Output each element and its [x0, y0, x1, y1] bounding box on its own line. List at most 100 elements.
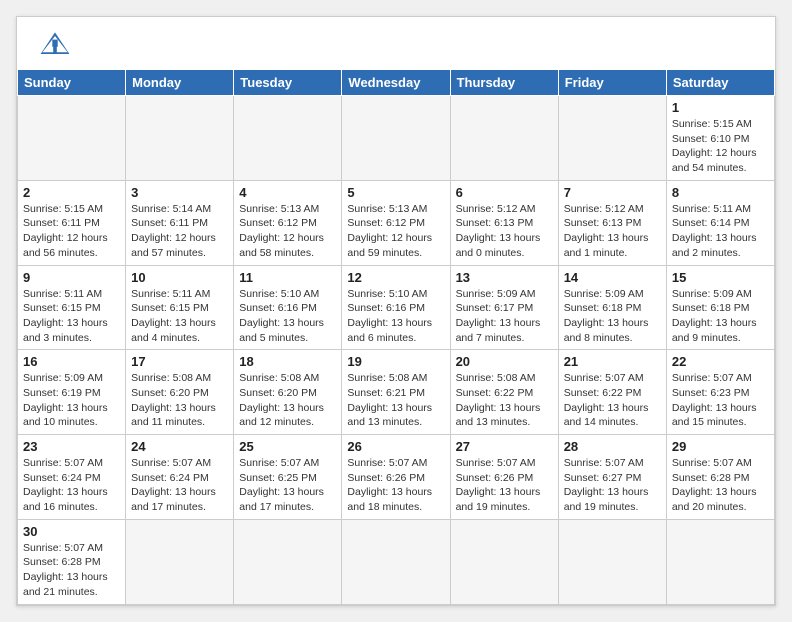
logo-icon	[37, 27, 73, 63]
day-info: Sunrise: 5:08 AM Sunset: 6:20 PM Dayligh…	[239, 371, 336, 430]
calendar-cell	[126, 519, 234, 604]
day-number: 20	[456, 354, 553, 369]
day-number: 9	[23, 270, 120, 285]
day-info: Sunrise: 5:09 AM Sunset: 6:18 PM Dayligh…	[672, 287, 769, 346]
calendar-cell: 17 Sunrise: 5:08 AM Sunset: 6:20 PM Dayli…	[126, 350, 234, 435]
day-number: 17	[131, 354, 228, 369]
day-number: 8	[672, 185, 769, 200]
day-number: 30	[23, 524, 120, 539]
day-info: Sunrise: 5:07 AM Sunset: 6:28 PM Dayligh…	[23, 541, 120, 600]
calendar-cell: 14 Sunrise: 5:09 AM Sunset: 6:18 PM Dayli…	[558, 265, 666, 350]
day-info: Sunrise: 5:08 AM Sunset: 6:20 PM Dayligh…	[131, 371, 228, 430]
col-header-saturday: Saturday	[666, 70, 774, 96]
calendar-cell: 24Sunrise: 5:07 AM Sunset: 6:24 PM Dayli…	[126, 435, 234, 520]
day-info: Sunrise: 5:09 AM Sunset: 6:17 PM Dayligh…	[456, 287, 553, 346]
day-number: 18	[239, 354, 336, 369]
calendar-week-5: 23 Sunrise: 5:07 AM Sunset: 6:24 PM Dayli…	[18, 435, 775, 520]
day-info: Sunrise: 5:07 AM Sunset: 6:24 PM Dayligh…	[131, 456, 228, 515]
day-number: 29	[672, 439, 769, 454]
calendar-cell: 15Sunrise: 5:09 AM Sunset: 6:18 PM Dayli…	[666, 265, 774, 350]
day-number: 28	[564, 439, 661, 454]
day-info: Sunrise: 5:07 AM Sunset: 6:24 PM Dayligh…	[23, 456, 120, 515]
calendar-cell	[558, 519, 666, 604]
calendar-week-2: 2 Sunrise: 5:15 AM Sunset: 6:11 PM Daylig…	[18, 180, 775, 265]
calendar-cell: 8 Sunrise: 5:11 AM Sunset: 6:14 PM Daylig…	[666, 180, 774, 265]
day-info: Sunrise: 5:10 AM Sunset: 6:16 PM Dayligh…	[347, 287, 444, 346]
day-info: Sunrise: 5:15 AM Sunset: 6:10 PM Dayligh…	[672, 117, 769, 176]
day-number: 4	[239, 185, 336, 200]
day-info: Sunrise: 5:07 AM Sunset: 6:25 PM Dayligh…	[239, 456, 336, 515]
calendar-cell: 30 Sunrise: 5:07 AM Sunset: 6:28 PM Dayli…	[18, 519, 126, 604]
calendar-cell: 11 Sunrise: 5:10 AM Sunset: 6:16 PM Dayli…	[234, 265, 342, 350]
day-info: Sunrise: 5:13 AM Sunset: 6:12 PM Dayligh…	[239, 202, 336, 261]
calendar-container: SundayMondayTuesdayWednesdayThursdayFrid…	[16, 16, 776, 606]
day-number: 6	[456, 185, 553, 200]
calendar-cell	[558, 96, 666, 181]
calendar-cell: 2 Sunrise: 5:15 AM Sunset: 6:11 PM Daylig…	[18, 180, 126, 265]
calendar-cell	[234, 519, 342, 604]
calendar-cell: 1 Sunrise: 5:15 AM Sunset: 6:10 PM Daylig…	[666, 96, 774, 181]
calendar-cell	[342, 519, 450, 604]
col-header-sunday: Sunday	[18, 70, 126, 96]
col-header-monday: Monday	[126, 70, 234, 96]
day-info: Sunrise: 5:12 AM Sunset: 6:13 PM Dayligh…	[564, 202, 661, 261]
day-number: 5	[347, 185, 444, 200]
calendar-cell: 5 Sunrise: 5:13 AM Sunset: 6:12 PM Daylig…	[342, 180, 450, 265]
calendar-cell	[450, 96, 558, 181]
calendar-week-3: 9Sunrise: 5:11 AM Sunset: 6:15 PM Daylig…	[18, 265, 775, 350]
day-info: Sunrise: 5:08 AM Sunset: 6:21 PM Dayligh…	[347, 371, 444, 430]
day-number: 7	[564, 185, 661, 200]
calendar-cell: 3Sunrise: 5:14 AM Sunset: 6:11 PM Daylig…	[126, 180, 234, 265]
day-number: 1	[672, 100, 769, 115]
calendar-cell: 6 Sunrise: 5:12 AM Sunset: 6:13 PM Daylig…	[450, 180, 558, 265]
day-info: Sunrise: 5:13 AM Sunset: 6:12 PM Dayligh…	[347, 202, 444, 261]
calendar-cell: 18 Sunrise: 5:08 AM Sunset: 6:20 PM Dayli…	[234, 350, 342, 435]
day-info: Sunrise: 5:07 AM Sunset: 6:28 PM Dayligh…	[672, 456, 769, 515]
day-number: 3	[131, 185, 228, 200]
day-number: 16	[23, 354, 120, 369]
day-info: Sunrise: 5:08 AM Sunset: 6:22 PM Dayligh…	[456, 371, 553, 430]
day-info: Sunrise: 5:07 AM Sunset: 6:26 PM Dayligh…	[456, 456, 553, 515]
day-info: Sunrise: 5:15 AM Sunset: 6:11 PM Dayligh…	[23, 202, 120, 261]
day-number: 23	[23, 439, 120, 454]
col-header-friday: Friday	[558, 70, 666, 96]
day-info: Sunrise: 5:07 AM Sunset: 6:22 PM Dayligh…	[564, 371, 661, 430]
day-number: 13	[456, 270, 553, 285]
calendar-header-row: SundayMondayTuesdayWednesdayThursdayFrid…	[18, 70, 775, 96]
calendar-cell: 26 Sunrise: 5:07 AM Sunset: 6:26 PM Dayli…	[342, 435, 450, 520]
col-header-wednesday: Wednesday	[342, 70, 450, 96]
day-info: Sunrise: 5:10 AM Sunset: 6:16 PM Dayligh…	[239, 287, 336, 346]
day-number: 21	[564, 354, 661, 369]
calendar-cell: 20 Sunrise: 5:08 AM Sunset: 6:22 PM Dayli…	[450, 350, 558, 435]
col-header-thursday: Thursday	[450, 70, 558, 96]
calendar-week-4: 16 Sunrise: 5:09 AM Sunset: 6:19 PM Dayli…	[18, 350, 775, 435]
logo	[37, 27, 77, 63]
calendar-cell: 21 Sunrise: 5:07 AM Sunset: 6:22 PM Dayli…	[558, 350, 666, 435]
calendar-cell: 9Sunrise: 5:11 AM Sunset: 6:15 PM Daylig…	[18, 265, 126, 350]
day-number: 11	[239, 270, 336, 285]
calendar-cell	[666, 519, 774, 604]
day-info: Sunrise: 5:11 AM Sunset: 6:14 PM Dayligh…	[672, 202, 769, 261]
calendar-cell	[234, 96, 342, 181]
calendar-cell: 22Sunrise: 5:07 AM Sunset: 6:23 PM Dayli…	[666, 350, 774, 435]
day-number: 12	[347, 270, 444, 285]
day-info: Sunrise: 5:07 AM Sunset: 6:27 PM Dayligh…	[564, 456, 661, 515]
day-info: Sunrise: 5:09 AM Sunset: 6:18 PM Dayligh…	[564, 287, 661, 346]
calendar-table: SundayMondayTuesdayWednesdayThursdayFrid…	[17, 69, 775, 605]
day-number: 25	[239, 439, 336, 454]
calendar-cell	[450, 519, 558, 604]
day-number: 22	[672, 354, 769, 369]
calendar-cell	[342, 96, 450, 181]
calendar-header	[17, 17, 775, 69]
day-info: Sunrise: 5:07 AM Sunset: 6:26 PM Dayligh…	[347, 456, 444, 515]
day-number: 19	[347, 354, 444, 369]
calendar-cell: 7 Sunrise: 5:12 AM Sunset: 6:13 PM Daylig…	[558, 180, 666, 265]
day-number: 26	[347, 439, 444, 454]
day-number: 14	[564, 270, 661, 285]
calendar-cell: 12 Sunrise: 5:10 AM Sunset: 6:16 PM Dayli…	[342, 265, 450, 350]
day-info: Sunrise: 5:12 AM Sunset: 6:13 PM Dayligh…	[456, 202, 553, 261]
day-number: 2	[23, 185, 120, 200]
day-number: 27	[456, 439, 553, 454]
calendar-week-6: 30 Sunrise: 5:07 AM Sunset: 6:28 PM Dayli…	[18, 519, 775, 604]
day-info: Sunrise: 5:09 AM Sunset: 6:19 PM Dayligh…	[23, 371, 120, 430]
